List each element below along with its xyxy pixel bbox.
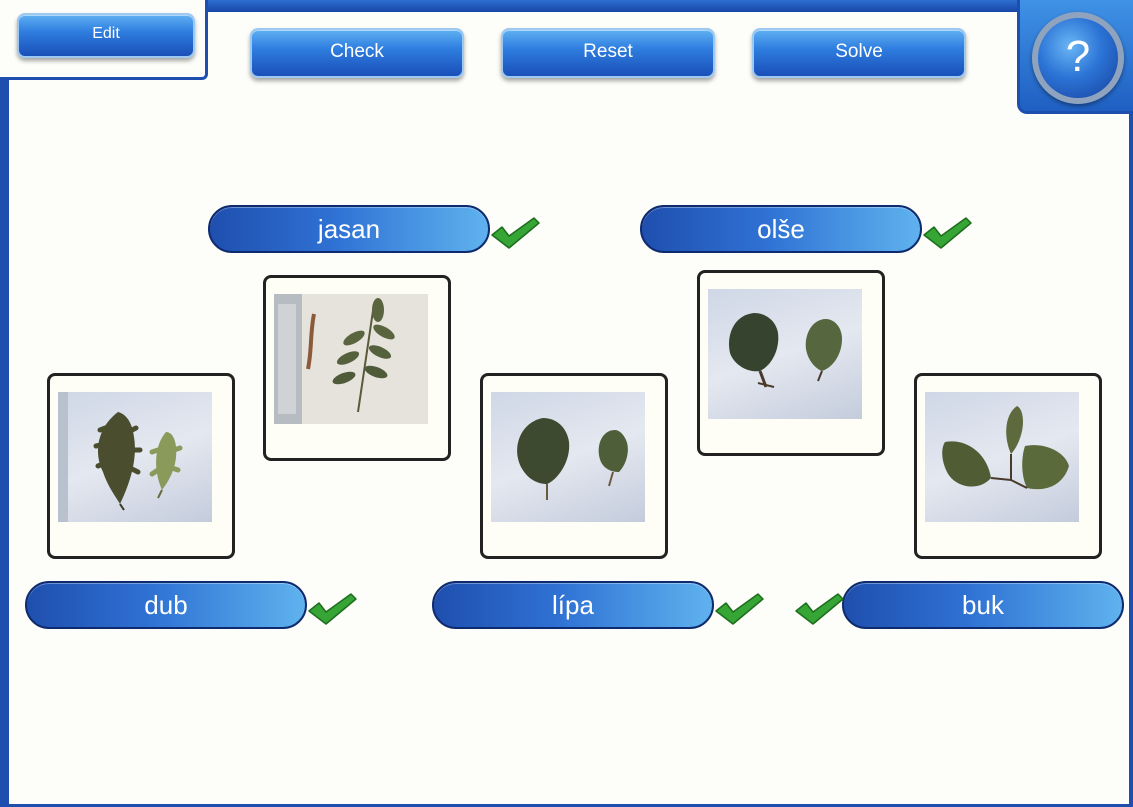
label-dub[interactable]: dub [25,581,307,629]
card-ash[interactable] [263,275,451,461]
card-oak[interactable] [47,373,235,559]
label-buk[interactable]: buk [842,581,1124,629]
card-beech[interactable] [914,373,1102,559]
label-lipa[interactable]: lípa [432,581,714,629]
help-button[interactable]: ? [1032,12,1124,104]
solve-button[interactable]: Solve [752,28,966,78]
label-olse[interactable]: olše [640,205,922,253]
check-icon [306,591,358,627]
edit-button[interactable]: Edit [17,13,195,58]
card-alder[interactable] [697,270,885,456]
card-linden[interactable] [480,373,668,559]
ash-leaf-photo [274,294,428,424]
check-icon [921,215,973,251]
reset-button[interactable]: Reset [501,28,715,78]
check-icon [489,215,541,251]
check-button[interactable]: Check [250,28,464,78]
label-jasan[interactable]: jasan [208,205,490,253]
linden-leaves-photo [491,392,645,522]
alder-leaves-photo [708,289,862,419]
check-icon [793,591,845,627]
beech-leaves-photo [925,392,1079,522]
check-icon [713,591,765,627]
oak-leaves-photo [58,392,212,522]
